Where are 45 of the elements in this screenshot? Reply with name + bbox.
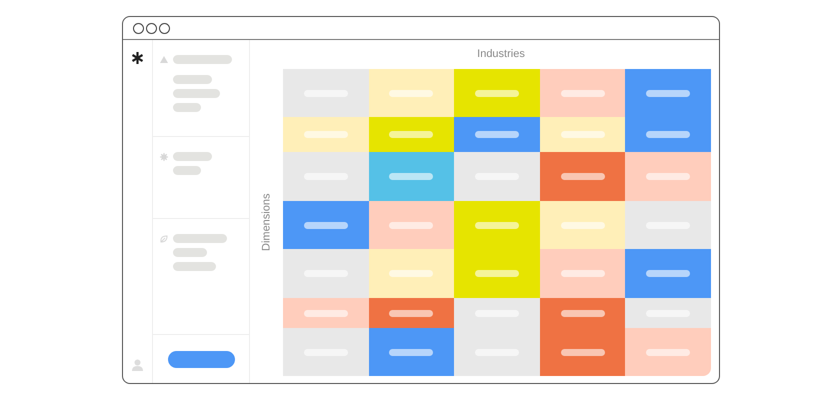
gear-icon bbox=[160, 153, 168, 161]
window-control-icon[interactable] bbox=[146, 22, 157, 34]
text-placeholder-bar bbox=[560, 222, 605, 228]
text-placeholder-bar bbox=[474, 131, 519, 138]
text-placeholder-bar bbox=[304, 131, 348, 138]
text-placeholder-bar bbox=[560, 348, 605, 356]
text-placeholder-bar bbox=[173, 262, 216, 271]
text-placeholder-bar bbox=[560, 90, 605, 96]
asterisk-icon[interactable] bbox=[132, 52, 143, 64]
text-placeholder-bar bbox=[173, 75, 212, 84]
text-placeholder-bar bbox=[389, 131, 434, 138]
text-placeholder-bar bbox=[389, 90, 434, 96]
text-placeholder-bar bbox=[173, 55, 232, 64]
text-placeholder-bar bbox=[646, 270, 690, 277]
text-placeholder-bar bbox=[560, 270, 605, 277]
text-placeholder-bar bbox=[474, 270, 519, 277]
text-placeholder-bar bbox=[389, 348, 434, 356]
text-placeholder-bar bbox=[646, 131, 690, 138]
column-axis-label: Industries bbox=[477, 47, 525, 62]
action-button[interactable] bbox=[168, 350, 234, 368]
text-placeholder-bar bbox=[389, 310, 434, 316]
text-placeholder-bar bbox=[389, 173, 434, 180]
row-axis-label: Dimensions bbox=[259, 194, 274, 252]
text-placeholder-bar bbox=[646, 348, 690, 356]
window-control-icon[interactable] bbox=[133, 22, 144, 34]
text-placeholder-bar bbox=[304, 222, 348, 228]
text-placeholder-bar bbox=[173, 248, 207, 257]
text-placeholder-bar bbox=[646, 90, 690, 96]
text-placeholder-bar bbox=[560, 173, 605, 180]
text-placeholder-bar bbox=[560, 131, 605, 138]
text-placeholder-bar bbox=[560, 310, 605, 316]
text-placeholder-bar bbox=[173, 103, 201, 112]
text-placeholder-bar bbox=[646, 173, 690, 180]
text-placeholder-bar bbox=[474, 90, 519, 96]
text-placeholder-bar bbox=[389, 222, 434, 228]
text-placeholder-bar bbox=[304, 310, 348, 316]
text-placeholder-bar bbox=[173, 152, 212, 161]
leaf-icon bbox=[160, 235, 168, 243]
window-control-icon[interactable] bbox=[159, 22, 170, 34]
text-placeholder-bar bbox=[173, 89, 220, 98]
triangle-icon bbox=[160, 56, 168, 63]
text-placeholder-bar bbox=[474, 222, 519, 228]
text-placeholder-bar bbox=[389, 270, 434, 277]
text-placeholder-bar bbox=[173, 166, 201, 175]
text-placeholder-bar bbox=[173, 234, 227, 243]
